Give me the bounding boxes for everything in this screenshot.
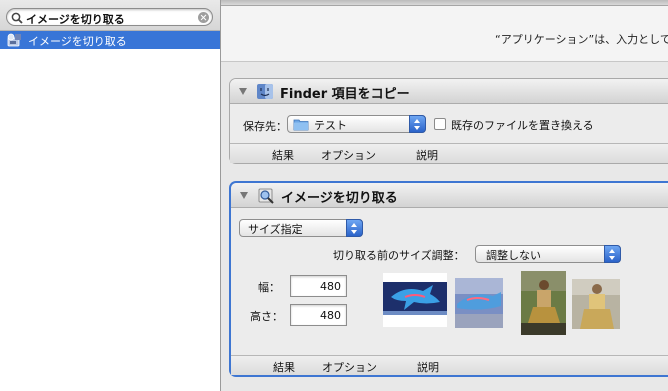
replace-existing-label: 既存のファイルを置き換える (451, 119, 594, 132)
result-item[interactable]: イメージを切り取る (0, 31, 220, 49)
action-title: Finder 項目をコピー (280, 87, 410, 102)
crop-mode-value: サイズ指定 (248, 223, 303, 236)
action-footer: 結果 オプション 説明 (230, 143, 668, 163)
replace-existing-checkbox[interactable] (434, 118, 446, 130)
search-value: イメージを切り取る (26, 13, 125, 26)
width-field[interactable]: 480 (290, 275, 347, 297)
popup-arrows-icon (409, 115, 426, 133)
crop-preview-image (455, 278, 503, 328)
action-title-bar[interactable]: イメージを切り取る (231, 183, 668, 208)
workflow-pane: “アプリケーション”は、入力として Finder 項目をコピー 保存先： テスト… (221, 0, 668, 391)
clear-search-icon[interactable] (198, 12, 209, 23)
crop-preview-image (383, 273, 447, 327)
search-bar-area: イメージを切り取る (0, 0, 220, 31)
width-label: 幅： (258, 281, 280, 294)
tab-options[interactable]: オプション (321, 147, 376, 163)
scale-before-crop-value: 調整しない (486, 249, 541, 262)
folder-icon (293, 119, 309, 131)
tab-description[interactable]: 説明 (417, 359, 439, 375)
search-field[interactable]: イメージを切り取る (6, 8, 213, 26)
disclosure-triangle-icon[interactable] (240, 192, 248, 199)
result-label: イメージを切り取る (28, 35, 127, 48)
height-label: 高さ： (250, 310, 283, 323)
crop-mode-popup[interactable]: サイズ指定 (239, 219, 363, 237)
preview-icon (258, 188, 274, 204)
automator-robot-icon (7, 33, 21, 47)
action-title-bar[interactable]: Finder 項目をコピー (230, 79, 668, 104)
destination-popup[interactable]: テスト (287, 115, 426, 133)
tab-options[interactable]: オプション (322, 359, 377, 375)
finder-icon (257, 84, 273, 99)
disclosure-triangle-icon[interactable] (239, 88, 247, 95)
action-library-pane: イメージを切り取る イメージを切り取る (0, 0, 221, 391)
action-title: イメージを切り取る (281, 191, 398, 206)
scale-before-crop-popup[interactable]: 調整しない (475, 245, 621, 263)
popup-arrows-icon (346, 219, 363, 237)
tab-results[interactable]: 結果 (272, 147, 294, 163)
destination-label: 保存先： (243, 120, 287, 133)
scale-before-crop-label: 切り取る前のサイズ調整： (333, 249, 465, 262)
destination-value: テスト (314, 119, 347, 132)
tab-results[interactable]: 結果 (273, 359, 295, 375)
workflow-header: “アプリケーション”は、入力として (221, 6, 668, 62)
workflow-input-description: “アプリケーション”は、入力として (495, 33, 668, 46)
crop-preview-image (521, 271, 566, 335)
crop-preview-image (572, 279, 620, 329)
action-copy-finder-items[interactable]: Finder 項目をコピー 保存先： テスト 既存のファイルを置き換える 結果 … (229, 78, 668, 164)
action-footer: 結果 オプション 説明 (231, 355, 668, 375)
popup-arrows-icon (604, 245, 621, 263)
search-icon (11, 12, 23, 24)
height-field[interactable]: 480 (290, 304, 347, 326)
action-crop-images[interactable]: イメージを切り取る サイズ指定 切り取る前のサイズ調整： 調整しない 幅： 48… (229, 181, 668, 377)
tab-description[interactable]: 説明 (416, 147, 438, 163)
